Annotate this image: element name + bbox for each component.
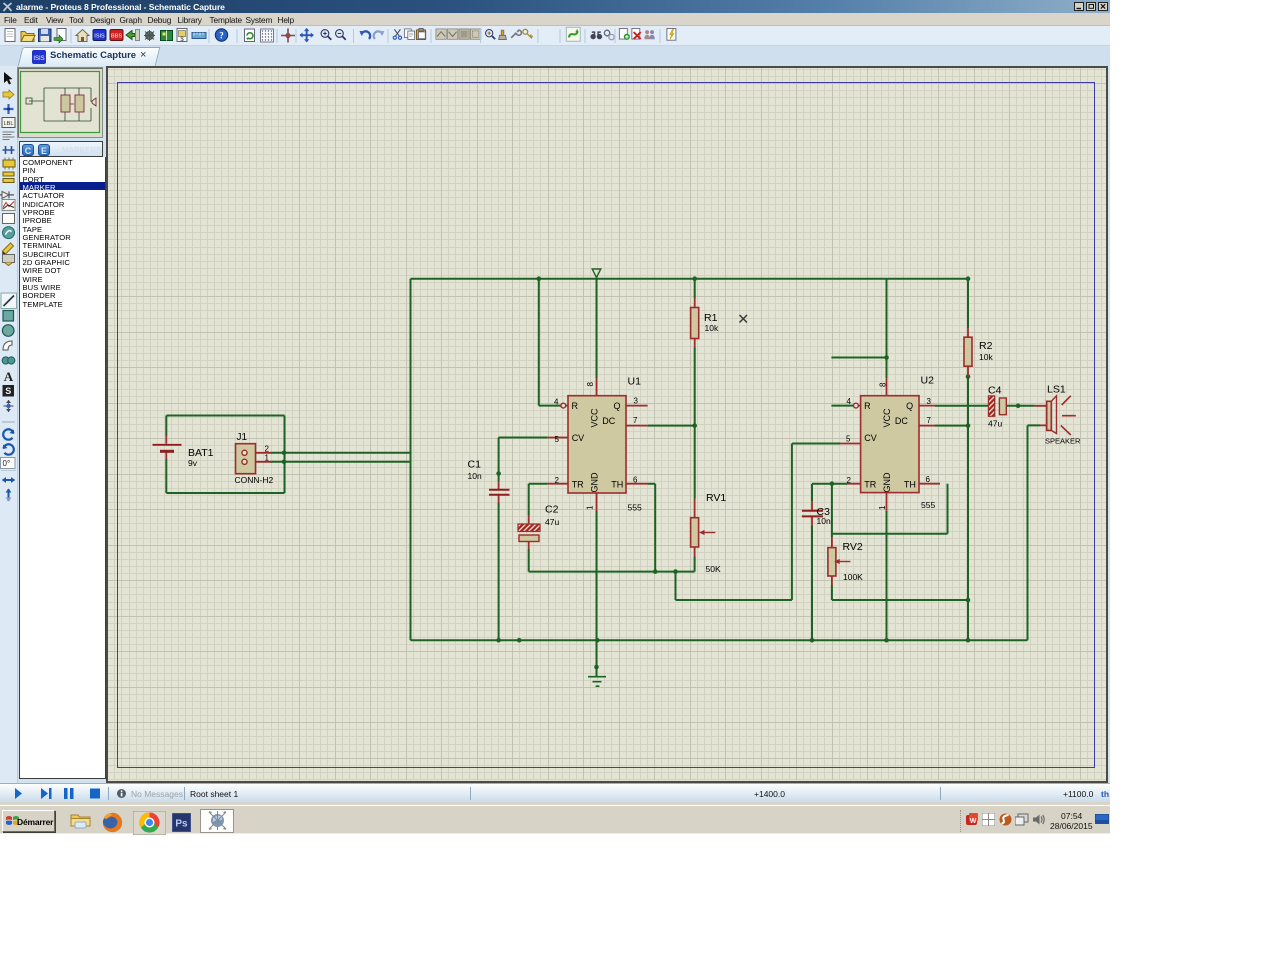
svg-text:CV: CV: [864, 433, 877, 443]
svg-text:S: S: [5, 386, 11, 396]
svg-text:ISIS: ISIS: [94, 34, 105, 40]
svg-text:555: 555: [628, 503, 642, 513]
svg-text:10n: 10n: [817, 516, 831, 526]
svg-text:GND: GND: [882, 472, 892, 493]
svg-text:R: R: [864, 401, 871, 411]
svg-text:CV: CV: [572, 433, 585, 443]
svg-text:2: 2: [555, 476, 560, 485]
svg-text:7: 7: [633, 416, 638, 425]
svg-text:2: 2: [265, 445, 270, 454]
svg-text:J1: J1: [237, 432, 248, 443]
svg-text:DC: DC: [602, 416, 615, 426]
svg-text:47u: 47u: [988, 419, 1002, 429]
svg-text:4: 4: [554, 398, 559, 407]
svg-text:LBL: LBL: [4, 121, 14, 127]
svg-text:CONN-H2: CONN-H2: [235, 475, 274, 485]
svg-text:6: 6: [926, 475, 931, 484]
svg-text:C2: C2: [545, 504, 559, 516]
svg-text:DC: DC: [895, 416, 908, 426]
svg-text:Q: Q: [614, 401, 621, 411]
svg-text:?: ?: [219, 31, 224, 41]
svg-text:U1: U1: [628, 376, 642, 388]
svg-text:RV1: RV1: [706, 492, 726, 504]
svg-text:555: 555: [921, 500, 935, 510]
svg-text:RV2: RV2: [843, 541, 863, 553]
svg-text:Ps: Ps: [175, 819, 188, 830]
svg-text:R2: R2: [979, 340, 993, 352]
svg-text:1: 1: [586, 505, 595, 510]
svg-text:5: 5: [555, 435, 560, 444]
svg-text:50K: 50K: [706, 564, 721, 574]
svg-text:TH: TH: [611, 479, 623, 489]
svg-text:Q: Q: [906, 401, 913, 411]
svg-text:47u: 47u: [545, 517, 559, 527]
svg-text:3: 3: [927, 397, 932, 406]
svg-text:R: R: [572, 401, 579, 411]
svg-text:VCC: VCC: [882, 408, 892, 428]
svg-text:LS1: LS1: [1047, 384, 1066, 396]
svg-text:GND: GND: [590, 472, 600, 493]
svg-text:TH: TH: [904, 479, 916, 489]
svg-text:C4: C4: [988, 385, 1002, 397]
svg-text:3: 3: [634, 397, 639, 406]
svg-text:C1: C1: [468, 459, 482, 471]
svg-text:1: 1: [265, 454, 270, 463]
svg-text:4: 4: [847, 397, 852, 406]
svg-text:ISIS: ISIS: [33, 56, 44, 62]
svg-text:7: 7: [927, 416, 932, 425]
svg-text:6: 6: [633, 476, 638, 485]
svg-text:BBS: BBS: [111, 34, 122, 40]
svg-text:10k: 10k: [705, 323, 719, 333]
svg-text:8: 8: [879, 382, 888, 387]
svg-text:0°: 0°: [3, 459, 11, 468]
svg-text:A: A: [4, 369, 14, 384]
svg-text:100K: 100K: [843, 572, 863, 582]
svg-text:8: 8: [586, 382, 595, 387]
svg-text:10n: 10n: [468, 471, 482, 481]
svg-text:TR: TR: [572, 479, 584, 489]
svg-text:1: 1: [878, 505, 887, 510]
svg-text:2: 2: [847, 476, 852, 485]
svg-text:W: W: [970, 818, 977, 825]
svg-text:10k: 10k: [979, 352, 993, 362]
svg-text:U2: U2: [921, 375, 935, 387]
svg-text:9v: 9v: [188, 458, 198, 468]
svg-text:SPEAKER: SPEAKER: [1045, 437, 1081, 446]
svg-text:TR: TR: [864, 479, 876, 489]
svg-text:VCC: VCC: [590, 408, 600, 428]
svg-text:5: 5: [846, 435, 851, 444]
